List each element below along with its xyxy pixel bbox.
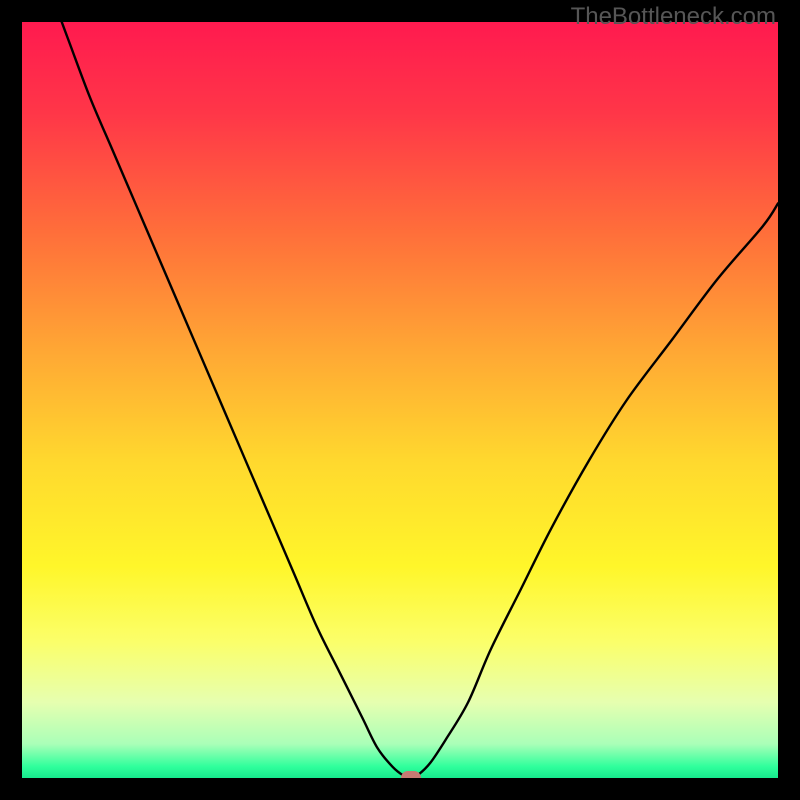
bottleneck-curve bbox=[22, 22, 778, 778]
plot-area bbox=[22, 22, 778, 778]
watermark-text: TheBottleneck.com bbox=[571, 3, 776, 31]
chart-frame: TheBottleneck.com bbox=[0, 0, 800, 800]
optimal-point-marker bbox=[401, 771, 421, 778]
